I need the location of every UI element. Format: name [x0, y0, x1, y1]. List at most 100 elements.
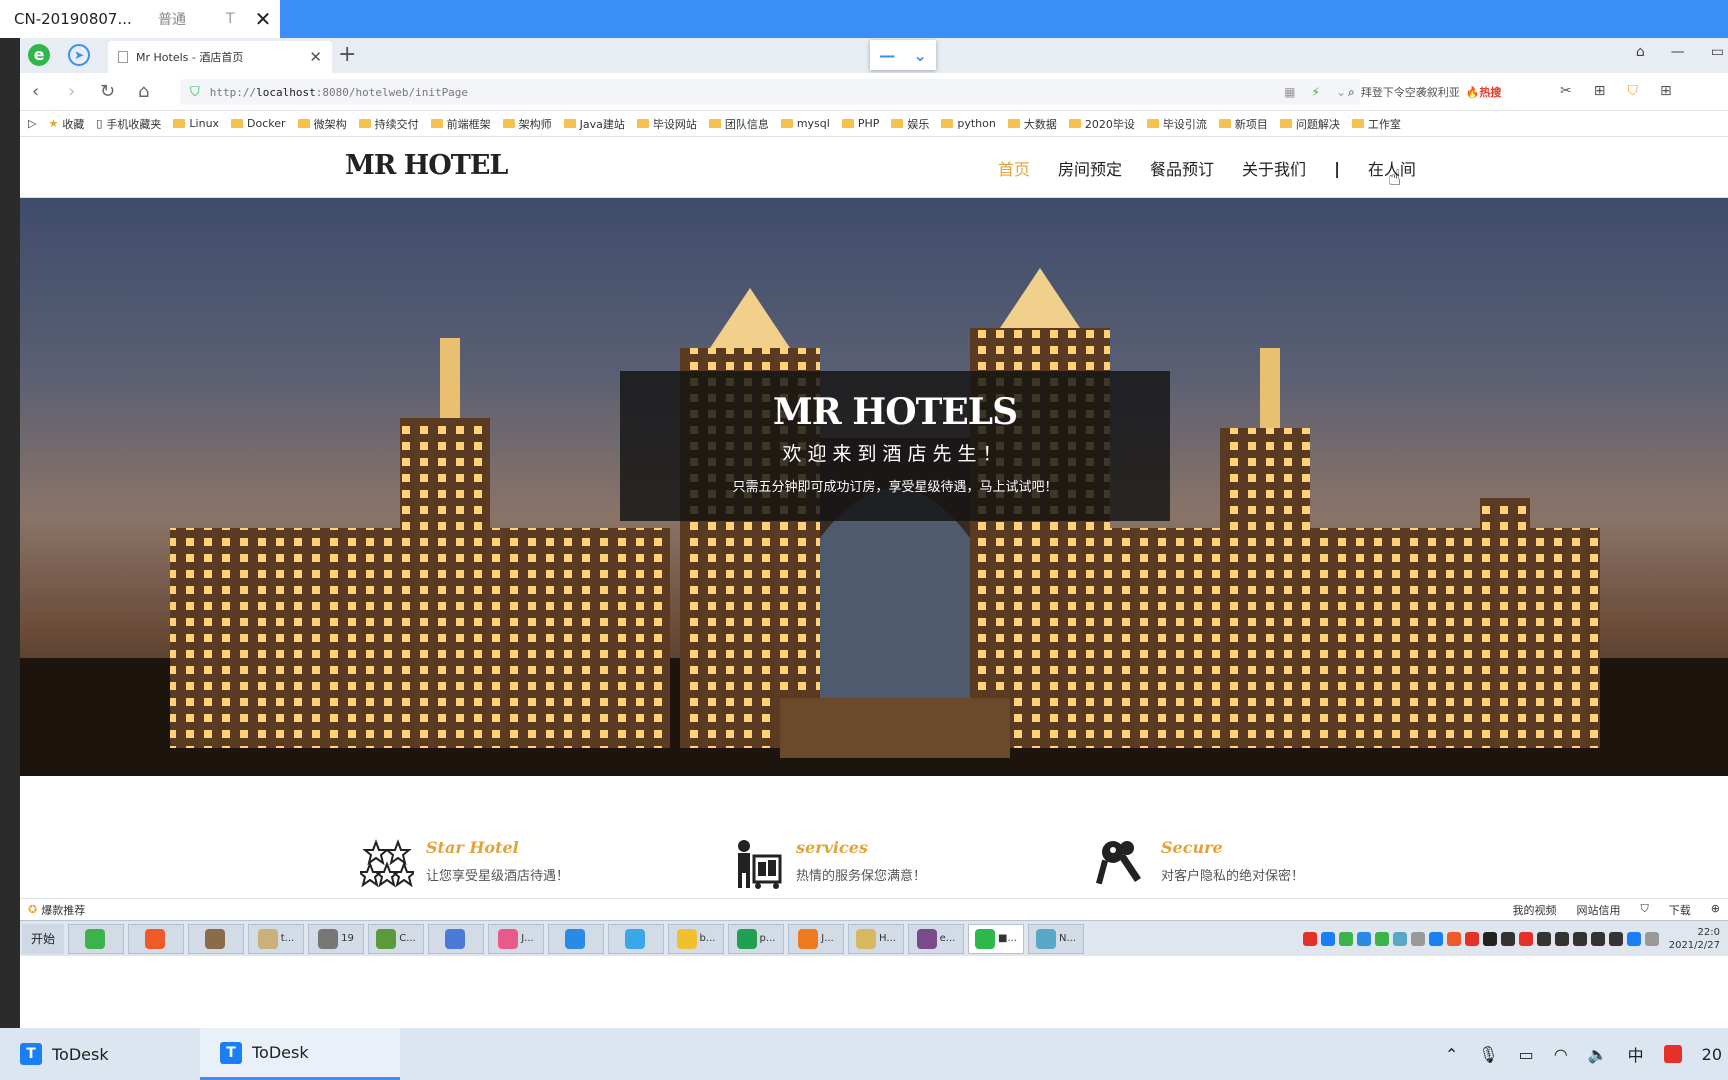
browser-logo-icon[interactable]: e — [28, 44, 50, 66]
shield-status-icon[interactable]: ⛉ — [1641, 902, 1649, 918]
taskbar-todesk[interactable]: T ToDesk — [0, 1028, 200, 1080]
taskbar-app[interactable] — [428, 923, 484, 954]
bookmark-folder[interactable]: Docker — [231, 117, 286, 130]
taskbar-app[interactable]: t... — [248, 923, 304, 954]
nav-rooms[interactable]: 房间预定 — [1058, 156, 1122, 180]
tray-icon[interactable] — [1518, 931, 1533, 946]
qr-code-icon[interactable]: ▦ — [1284, 85, 1295, 99]
taskbar-app[interactable]: b... — [668, 923, 724, 954]
zoom-icon[interactable]: ⊕ — [1711, 902, 1720, 918]
nav-about[interactable]: 关于我们 — [1242, 156, 1306, 180]
translate-icon[interactable]: ⊞ — [1594, 83, 1606, 99]
chevron-down-icon[interactable]: ⌄ — [913, 46, 926, 65]
tray-icon[interactable] — [1482, 931, 1497, 946]
download-link[interactable]: 下载 — [1669, 902, 1691, 918]
qq-icon[interactable] — [1500, 931, 1515, 946]
bookmark-folder[interactable]: 架构师 — [502, 116, 552, 132]
home-icon[interactable]: ⌂ — [138, 81, 149, 102]
microphone-icon[interactable]: 🎙 — [1478, 1045, 1498, 1064]
taskbar-app[interactable] — [608, 923, 664, 954]
bookmark-folder[interactable]: 团队信息 — [708, 116, 769, 132]
tray-icon[interactable] — [1392, 931, 1407, 946]
nav-home[interactable]: 首页 — [998, 156, 1030, 180]
taskbar-app-folder[interactable]: H... — [848, 923, 904, 954]
restore-window-button[interactable]: ▭ — [1711, 44, 1724, 60]
taskbar-app-wechat[interactable] — [68, 923, 124, 954]
bookmark-folder[interactable]: 微架构 — [297, 116, 347, 132]
tray-icon[interactable] — [1356, 931, 1371, 946]
bookmark-folder[interactable]: Linux — [173, 117, 219, 130]
hot-search-badge[interactable]: 🔥热搜 — [1466, 84, 1502, 100]
qq-icon[interactable] — [1554, 931, 1569, 946]
bookmark-favorites[interactable]: ★ 收藏 — [48, 116, 84, 132]
navigation-icon[interactable]: ➤ — [68, 44, 90, 66]
bookmark-folder[interactable]: 2020毕设 — [1068, 116, 1135, 132]
quality-selector[interactable]: 普通 — [158, 9, 218, 29]
taskbar-app[interactable] — [128, 923, 184, 954]
bookmark-folder[interactable]: 大数据 — [1007, 116, 1057, 132]
hot-recommend-link[interactable]: ✪ 爆款推荐 — [28, 902, 85, 918]
tray-icon[interactable] — [1374, 931, 1389, 946]
ime-indicator[interactable]: 中 — [1628, 1042, 1644, 1066]
bookmark-folder[interactable]: 工作室 — [1351, 116, 1401, 132]
sogou-icon[interactable] — [1663, 1045, 1682, 1063]
tray-icon[interactable] — [1320, 931, 1335, 946]
minimize-toolbar-icon[interactable]: — — [879, 46, 895, 65]
remote-clock[interactable]: 22:0 2021/2/27 — [1669, 926, 1720, 952]
chevron-up-icon[interactable]: ⌃ — [1445, 1045, 1458, 1064]
back-arrow-icon[interactable]: ‹ — [32, 81, 39, 102]
site-credit-link[interactable]: 网站信用 — [1577, 902, 1621, 918]
apps-grid-icon[interactable]: ⊞ — [1660, 83, 1672, 99]
qq-icon[interactable] — [1572, 931, 1587, 946]
tray-icon[interactable] — [1446, 931, 1461, 946]
close-session-button[interactable]: ✕ — [255, 7, 272, 31]
bookmark-folder[interactable]: 持续交付 — [358, 116, 419, 132]
taskbar-app[interactable]: N... — [1028, 923, 1084, 954]
qq-icon[interactable] — [1608, 931, 1623, 946]
bookmark-folder[interactable]: Java建站 — [563, 116, 625, 132]
taskbar-app[interactable]: J... — [488, 923, 544, 954]
taskbar-app[interactable] — [548, 923, 604, 954]
scissors-icon[interactable]: ✂ — [1560, 83, 1572, 99]
tray-icon[interactable] — [1338, 931, 1353, 946]
tray-icon[interactable] — [1410, 931, 1425, 946]
battery-icon[interactable]: ▭ — [1519, 1045, 1534, 1064]
qq-icon[interactable] — [1590, 931, 1605, 946]
address-bar[interactable]: ⛉ http://localhost:8080/hotelweb/initPag… — [180, 79, 1360, 105]
taskbar-app-browser[interactable]: ■... — [968, 923, 1024, 954]
lightning-icon[interactable]: ⚡ — [1312, 85, 1320, 99]
bookmark-folder[interactable]: 毕设引流 — [1146, 116, 1207, 132]
tray-icon[interactable] — [1428, 931, 1443, 946]
bookmark-folder[interactable]: 问题解决 — [1279, 116, 1340, 132]
chevron-down-icon[interactable]: ⌄ — [1336, 85, 1346, 99]
new-tab-button[interactable]: + — [338, 42, 356, 67]
browser-tab-active[interactable]: Mr Hotels - 酒店首页 ✕ — [108, 41, 332, 73]
remote-toolbar-dropdown[interactable]: — ⌄ — [870, 40, 936, 70]
bookmark-folder[interactable]: 前端框架 — [430, 116, 491, 132]
bookmarks-toggle-icon[interactable]: ▷ — [28, 117, 36, 130]
taskbar-app[interactable]: 19 — [308, 923, 364, 954]
site-logo[interactable]: MR HOTEL — [345, 150, 508, 181]
taskbar-app[interactable] — [188, 923, 244, 954]
shirt-skin-icon[interactable]: ⌂ — [1636, 44, 1645, 60]
bookmark-folder[interactable]: mysql — [780, 117, 830, 130]
taskbar-app[interactable]: e... — [908, 923, 964, 954]
bookmark-folder[interactable]: 新项目 — [1218, 116, 1268, 132]
qq-icon[interactable] — [1536, 931, 1551, 946]
taskbar-todesk-active[interactable]: T ToDesk — [200, 1028, 400, 1080]
volume-icon[interactable]: 🔈 — [1588, 1045, 1608, 1064]
tab-close-icon[interactable]: ✕ — [309, 48, 322, 66]
wifi-icon[interactable]: ◠ — [1554, 1045, 1568, 1064]
tray-icon[interactable] — [1302, 931, 1317, 946]
minimize-window-button[interactable]: — — [1671, 44, 1685, 60]
text-mode-button[interactable]: T — [226, 11, 235, 27]
forward-arrow-icon[interactable]: › — [68, 81, 75, 102]
nav-dining[interactable]: 餐品预订 — [1150, 156, 1214, 180]
bookmark-folder[interactable]: 毕设网站 — [636, 116, 697, 132]
taskbar-app-firefox[interactable]: J... — [788, 923, 844, 954]
tray-icon[interactable] — [1644, 931, 1659, 946]
shield-extension-icon[interactable]: ⛉ — [1627, 83, 1638, 99]
tray-icon[interactable] — [1464, 931, 1479, 946]
local-clock[interactable]: 20 — [1702, 1045, 1722, 1064]
reload-icon[interactable]: ↻ — [100, 81, 115, 102]
